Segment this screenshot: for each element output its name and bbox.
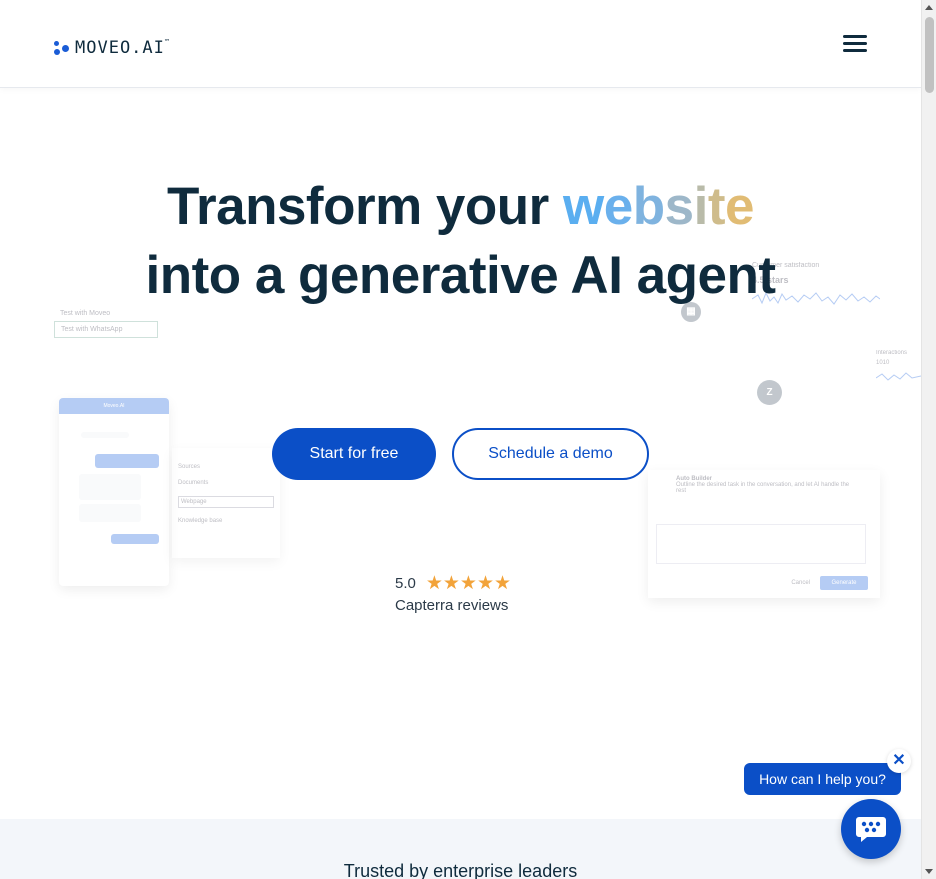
graph2-label: Interactions: [876, 350, 908, 356]
trusted-title: Trusted by enterprise leaders: [343, 861, 578, 879]
source-documents: Documents: [178, 480, 209, 486]
chat-preview-mock: Moveo.AI: [59, 398, 169, 586]
schedule-demo-button[interactable]: Schedule a demo: [452, 428, 649, 480]
builder-textarea: [656, 524, 866, 564]
hero-title-line2: into a generative AI agent: [145, 246, 776, 305]
page-scrollbar[interactable]: [921, 0, 936, 879]
chat-bubble: [79, 504, 141, 522]
graph2-line: [875, 372, 921, 381]
builder-generate: Generate: [820, 576, 868, 590]
chat-bubble: [95, 454, 159, 468]
test-options-mock: Test with Moveo Test with WhatsApp: [54, 306, 158, 338]
chat-tooltip[interactable]: How can I help you?: [744, 763, 901, 795]
hero-title: Transform your website into a generative…: [0, 172, 921, 310]
hero-title-highlight: website: [563, 177, 754, 236]
capterra-reviews-link[interactable]: Capterra reviews: [395, 597, 508, 614]
rating-score: 5.0: [395, 575, 416, 592]
site-header: MOVEO.AI™: [0, 0, 921, 88]
source-webpage: Webpage: [178, 496, 274, 508]
logo-text: MOVEO.AI™: [75, 38, 171, 58]
start-for-free-button[interactable]: Start for free: [272, 428, 436, 480]
zendesk-badge-icon: Z: [757, 380, 782, 405]
chat-bubble: [81, 432, 129, 438]
hamburger-menu-icon[interactable]: [843, 35, 867, 55]
auto-builder-mock: Auto Builder Outline the desired task in…: [648, 470, 880, 598]
logo[interactable]: MOVEO.AI™: [54, 38, 170, 58]
sources-panel-mock: Sources Documents Webpage Knowledge base: [172, 448, 280, 558]
source-knowledge: Knowledge base: [178, 518, 223, 524]
page: Test with Moveo Test with WhatsApp Moveo…: [0, 0, 921, 879]
builder-description: Outline the desired task in the conversa…: [676, 482, 850, 494]
hero-title-prefix: Transform your: [167, 177, 564, 236]
chat-preview-header: Moveo.AI: [59, 398, 169, 414]
scroll-up-icon[interactable]: [925, 5, 933, 10]
scroll-down-icon[interactable]: [925, 869, 933, 874]
interactions-graph-mock: Interactions 1010: [875, 350, 921, 400]
chat-bubble: [79, 474, 141, 500]
rating: 5.0 ★★★★★: [395, 572, 511, 595]
sources-title: Sources: [178, 464, 201, 470]
scroll-thumb[interactable]: [925, 17, 934, 93]
chat-close-icon[interactable]: ✕: [887, 749, 911, 773]
test-whatsapp-option: Test with WhatsApp: [54, 321, 158, 338]
chat-bubble-icon: [856, 817, 886, 842]
star-rating-icon: ★★★★★: [425, 573, 512, 594]
chat-launcher-button[interactable]: [841, 799, 901, 859]
builder-cancel: Cancel: [791, 580, 810, 586]
trusted-band: Trusted by enterprise leaders: [0, 819, 921, 879]
logo-mark-icon: [54, 41, 69, 55]
chat-bubble: [111, 534, 159, 544]
hero-title-line1: Transform your website: [0, 172, 921, 241]
